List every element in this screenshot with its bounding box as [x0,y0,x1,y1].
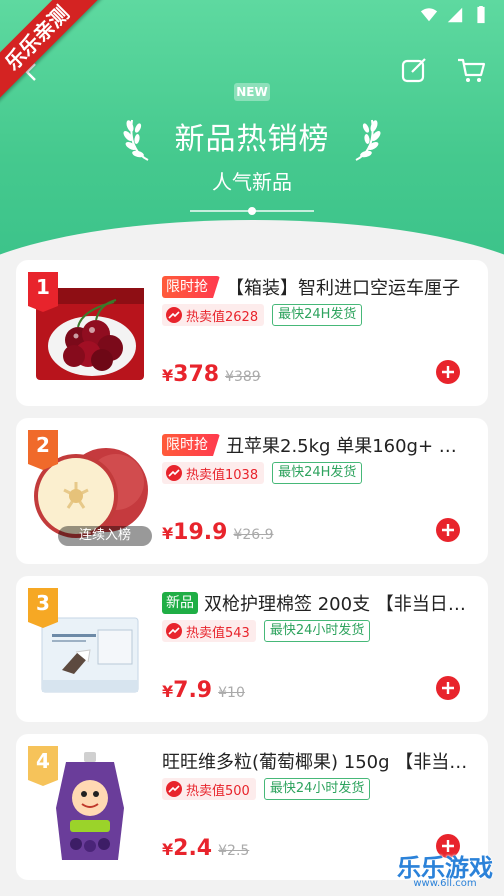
shipping-badge: 最快24H发货 [272,304,363,326]
share-edit-icon[interactable] [400,56,428,84]
trend-up-icon [166,623,182,639]
shipping-badge: 最快24小时发货 [263,620,371,642]
hot-value-badge: 热卖值543 [162,620,256,642]
price-row: ¥2.4 ¥2.5 [162,836,249,861]
watermark-url: www.6ll.com [413,878,477,889]
original-price: ¥389 [225,369,261,385]
flash-sale-tag: 限时抢 [162,276,220,298]
price-row: ¥19.9 ¥26.9 [162,520,274,545]
add-to-cart-icon[interactable] [436,676,460,700]
price-value: 2.4 [173,836,213,861]
rank-badge: 2 [28,430,58,470]
add-to-cart-icon[interactable] [436,360,460,384]
current-price: ¥378 [162,362,219,387]
hot-value-text: 热卖值1038 [186,467,259,483]
original-price: ¥26.9 [233,527,274,543]
hot-value-text: 热卖值500 [186,783,250,799]
currency-symbol: ¥ [162,366,174,385]
page-subtitle: 人气新品 [212,170,292,194]
rank-badge: 4 [28,746,58,786]
rank-badge: 3 [28,588,58,628]
header-banner: NEW 新品热销榜 人气新品 [0,0,504,262]
product-name[interactable]: 双枪护理棉签 200支 【非当日达】 [204,590,472,616]
price-value: 19.9 [173,520,228,545]
price-row: ¥378 ¥389 [162,362,261,387]
hot-value-text: 热卖值543 [186,625,250,641]
currency-symbol: ¥ [162,682,174,701]
shipping-badge: 最快24H发货 [272,462,363,484]
currency-symbol: ¥ [162,524,174,543]
product-name[interactable]: 丑苹果2.5kg 单果160g+ 【非当日达】 [226,432,472,458]
original-price: ¥10 [218,685,245,701]
shipping-badge: 最快24小时发货 [263,778,371,800]
wifi-icon [420,8,438,22]
hot-value-badge: 热卖值500 [162,778,256,800]
add-to-cart-icon[interactable] [436,518,460,542]
rank-badge: 1 [28,272,58,312]
streak-badge: 连续入榜 [58,526,152,546]
hot-value-badge: 热卖值2628 [162,304,265,326]
trend-up-icon [166,465,182,481]
new-badge: NEW [234,83,270,101]
battery-icon [477,6,485,24]
product-name[interactable]: 旺旺维多粒(葡萄椰果) 150g 【非当日达】 [162,748,472,774]
current-price: ¥19.9 [162,520,227,545]
original-price: ¥2.5 [218,843,250,859]
trend-up-icon [166,307,182,323]
page-title: 新品热销榜 [174,122,330,157]
price-value: 378 [173,362,220,387]
hot-value-text: 热卖值2628 [186,309,259,325]
product-name[interactable]: 【箱装】智利进口空运车厘子 [226,274,460,300]
divider-dot [248,207,256,215]
laurel-right-icon [355,119,381,161]
trend-up-icon [166,781,182,797]
price-value: 7.9 [173,678,213,703]
shopping-cart-icon[interactable] [456,56,486,84]
current-price: ¥7.9 [162,678,212,703]
flash-sale-tag: 限时抢 [162,434,220,456]
currency-symbol: ¥ [162,840,174,859]
product-card[interactable]: 1 限时抢 【箱装】智利进口空运车厘子 热卖值2628 最快24H发货 ¥378… [16,260,488,406]
product-card[interactable]: 3 新品 双枪护理棉签 200支 【非当日达】 热卖值543 最快24小时发货 … [16,576,488,722]
price-row: ¥7.9 ¥10 [162,678,245,703]
current-price: ¥2.4 [162,836,212,861]
hot-value-badge: 热卖值1038 [162,462,265,484]
product-card[interactable]: 2 连续入榜 限时抢 丑苹果2.5kg 单果160g+ 【非当日达】 热卖值10… [16,418,488,564]
signal-icon [447,7,463,23]
site-watermark: 乐乐游戏 www.6ll.com [390,848,500,892]
status-bar [420,6,490,24]
new-product-tag: 新品 [162,592,198,614]
